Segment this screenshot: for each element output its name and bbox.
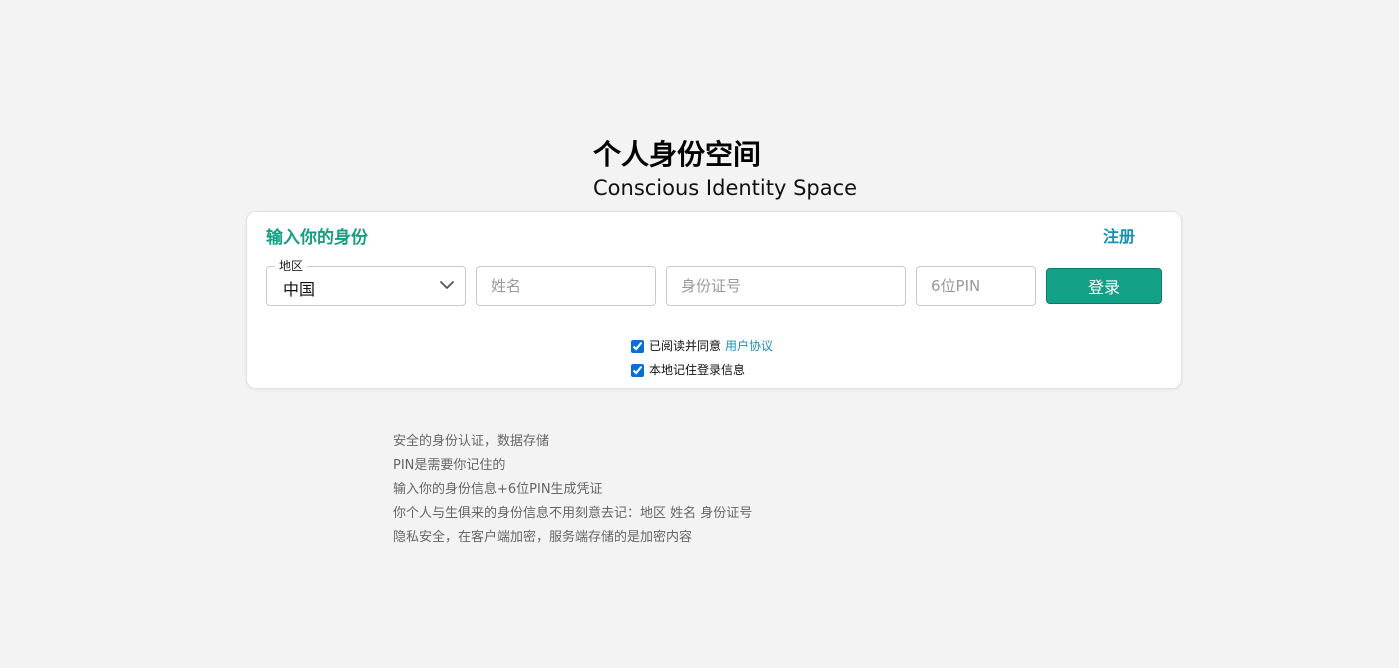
user-agreement-link[interactable]: 用户协议 [725, 338, 773, 354]
chevron-down-icon [440, 281, 454, 289]
page: 个人身份空间 Conscious Identity Space 输入你的身份 注… [0, 0, 1399, 668]
remember-checkbox[interactable] [631, 363, 644, 377]
info-line: 你个人与生俱来的身份信息不用刻意去记：地区 姓名 身份证号 [393, 506, 753, 521]
info-line: 隐私安全，在客户端加密，服务端存储的是加密内容 [393, 530, 693, 545]
agree-checkbox[interactable] [631, 339, 644, 353]
info-line: 安全的身份认证，数据存储 [393, 434, 550, 449]
login-button[interactable]: 登录 [1046, 268, 1162, 304]
page-title: 个人身份空间 [593, 138, 762, 171]
pin-input[interactable] [916, 266, 1036, 306]
agree-row: 已阅读并同意 用户协议 [631, 338, 773, 354]
info-line: PIN是需要你记住的 [393, 458, 506, 473]
card-title: 输入你的身份 [266, 228, 368, 248]
agree-text: 已阅读并同意 [649, 339, 722, 353]
remember-row: 本地记住登录信息 [631, 362, 745, 378]
header: 个人身份空间 Conscious Identity Space [593, 137, 857, 203]
region-select[interactable]: 地区 中国 [266, 258, 466, 306]
register-link[interactable]: 注册 [1103, 223, 1135, 247]
name-input[interactable] [476, 266, 656, 306]
info-notes: 安全的身份认证，数据存储 PIN是需要你记住的 输入你的身份信息+6位PIN生成… [393, 430, 752, 550]
login-card: 输入你的身份 注册 地区 中国 登录 已阅读并同意 用户协议 本地记住登录信息 [246, 211, 1182, 389]
region-label: 地区 [275, 258, 308, 274]
id-number-input[interactable] [666, 266, 906, 306]
info-line: 输入你的身份信息+6位PIN生成凭证 [393, 482, 603, 497]
region-value: 中国 [283, 280, 316, 299]
remember-text: 本地记住登录信息 [649, 363, 746, 377]
page-subtitle: Conscious Identity Space [593, 176, 858, 200]
